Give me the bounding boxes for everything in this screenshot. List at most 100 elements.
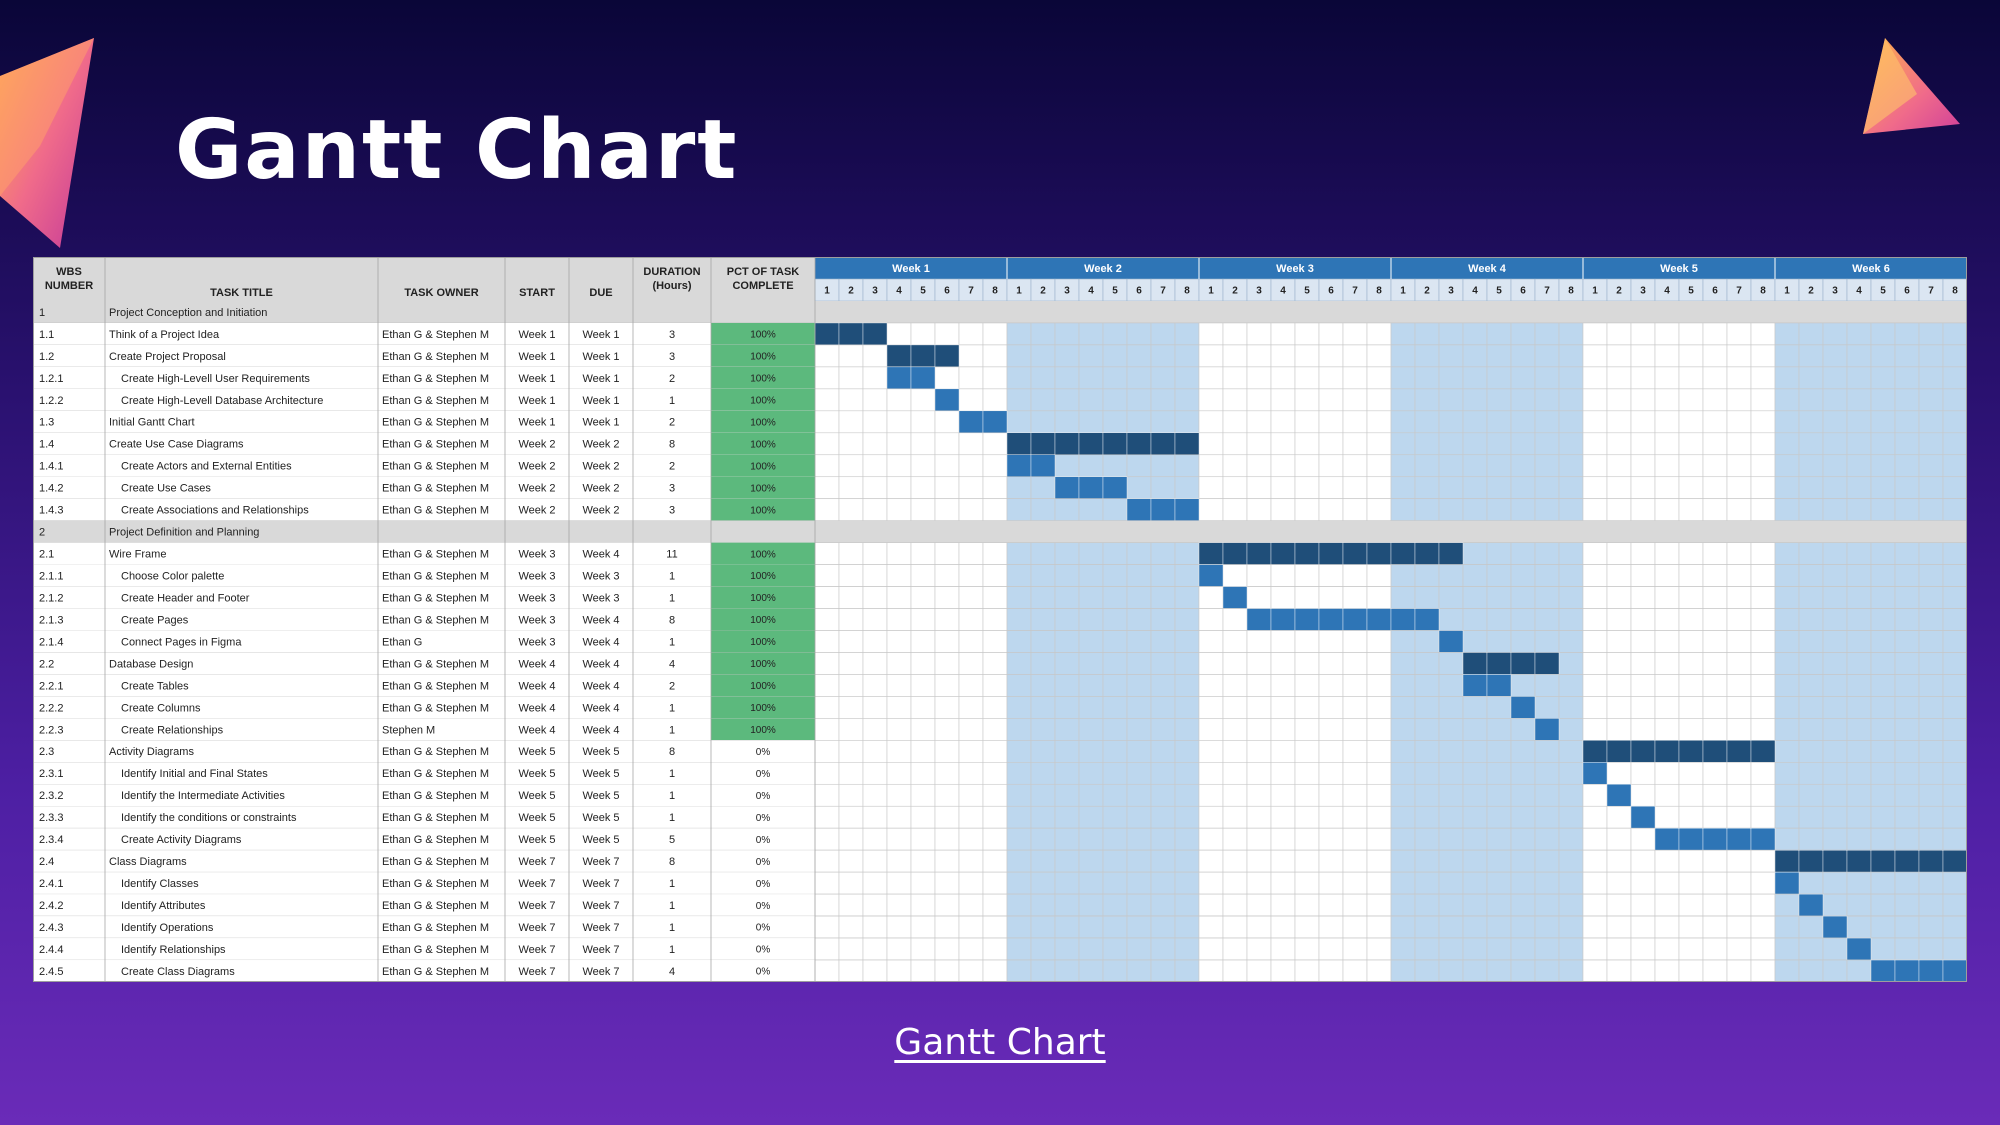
timeline-cell [1342,564,1368,587]
timeline-cell [1078,959,1104,982]
timeline-cell [1102,915,1128,939]
timeline-cell [1534,915,1560,939]
timeline-cell [886,805,912,829]
timeline-cell [1606,652,1632,675]
timeline-cell [1270,893,1296,917]
timeline-cell [1558,432,1584,456]
timeline-cell [1510,586,1536,609]
task-owner: Ethan G [382,636,422,648]
timeline-cell [1726,498,1752,521]
timeline-cell [958,674,984,697]
timeline-cell [958,432,984,456]
slot-number: 2 [1808,286,1814,297]
timeline-cell [1054,322,1080,346]
timeline-cell [1126,805,1152,829]
timeline-cell [1174,564,1200,587]
timeline-cell [838,608,864,631]
timeline-cell [1558,959,1584,982]
timeline-cell [1846,871,1872,895]
timeline-cell [1366,410,1392,434]
timeline-cell [1630,762,1656,785]
timeline-cell [1846,652,1872,675]
slot-number: 6 [1712,286,1718,297]
gantt-bar-segment [1102,432,1128,455]
gantt-bar-segment [1342,608,1368,631]
timeline-cell [1006,476,1032,500]
timeline-cell [1654,893,1680,917]
timeline-cell [1342,740,1368,763]
timeline-cell [1510,388,1536,412]
timeline-cell [1174,388,1200,412]
timeline-cell [1510,674,1536,697]
gantt-bar-segment [1438,630,1464,653]
slot-number: 7 [1928,286,1934,297]
timeline-cell [1078,849,1104,873]
timeline-cell [934,410,960,434]
timeline-cell [1798,454,1824,478]
timeline-cell [1822,893,1848,917]
timeline-cell [1342,915,1368,939]
timeline-cell [1174,740,1200,763]
task-row [33,586,1967,609]
task-start: Week 7 [518,878,555,890]
timeline-cell [1078,366,1104,390]
timeline-cell [1702,322,1728,346]
timeline-cell [1870,454,1896,478]
timeline-cell [982,937,1008,961]
timeline-cell [1246,652,1272,675]
timeline-cell [1654,783,1680,807]
timeline-cell [1390,696,1416,719]
timeline-cell [1774,432,1800,456]
timeline-cell [1030,805,1056,829]
timeline-cell [1006,344,1032,368]
timeline-cell [1462,740,1488,763]
timeline-cell [1702,959,1728,982]
timeline-cell [982,893,1008,917]
timeline-cell [1054,652,1080,675]
task-owner: Ethan G & Stephen M [382,856,489,868]
gantt-chart-link[interactable]: Gantt Chart [0,1022,2000,1063]
timeline-cell [814,432,840,456]
timeline-cell [1054,849,1080,873]
task-owner: Ethan G & Stephen M [382,922,489,934]
timeline-cell [1582,915,1608,939]
timeline-cell [1582,805,1608,829]
timeline-cell [1654,322,1680,346]
timeline-cell [1366,586,1392,609]
timeline-cell [1606,410,1632,434]
timeline-cell [1342,805,1368,829]
timeline-cell [1414,322,1440,346]
timeline-cell [1246,322,1272,346]
timeline-cell [1150,893,1176,917]
timeline-cell [1222,630,1248,653]
timeline-cell [1894,388,1920,412]
timeline-cell [1222,696,1248,719]
task-owner: Ethan G & Stephen M [382,351,489,363]
timeline-cell [1270,388,1296,412]
task-owner: Ethan G & Stephen M [382,790,489,802]
timeline-cell [1726,783,1752,807]
timeline-cell [1174,718,1200,741]
timeline-cell [1126,410,1152,434]
task-duration: 8 [669,439,675,451]
timeline-cell [1558,498,1584,521]
timeline-cell [1534,366,1560,390]
task-owner: Ethan G & Stephen M [382,680,489,692]
timeline-cell [1030,762,1056,785]
timeline-cell [1390,937,1416,961]
timeline-cell [1486,388,1512,412]
timeline-cell [1198,498,1224,521]
timeline-cell [1678,586,1704,609]
timeline-cell [1942,937,1967,961]
wbs-number: 1.4.3 [39,505,63,517]
gantt-bar-segment [1582,740,1608,763]
timeline-cell [1606,344,1632,368]
task-due: Week 2 [582,461,619,473]
timeline-cell [1678,498,1704,521]
timeline-cell [814,827,840,851]
timeline-cell [1030,783,1056,807]
task-due: Week 3 [582,571,619,583]
task-duration: 5 [669,834,675,846]
timeline-cell [1174,849,1200,873]
timeline-cell [958,915,984,939]
